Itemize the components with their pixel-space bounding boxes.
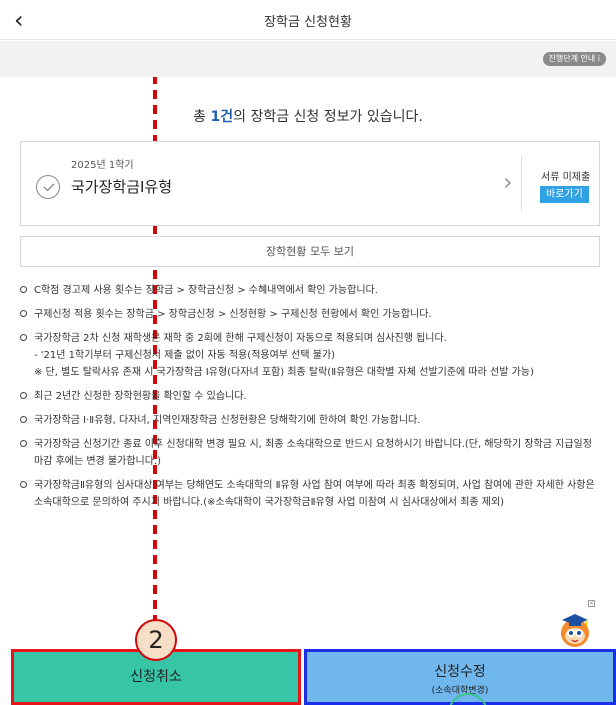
mascot-icon[interactable] <box>556 611 594 649</box>
notice-text: 국가장학금 2차 신청 재학생은 재학 중 2회에 한해 구제신청이 자동으로 … <box>34 333 447 344</box>
bullet-icon <box>20 310 27 317</box>
notice-subtext: - '21년 1학기부터 구제신청서 제출 없이 자동 적용(적용여부 선택 불… <box>34 350 336 361</box>
notice-item: 최근 2년간 신청한 장학현황을 확인할 수 있습니다. <box>20 388 602 405</box>
notice-item: C학점 경고제 사용 횟수는 장학금 > 장학금신청 > 수혜내역에서 확인 가… <box>20 282 602 299</box>
check-circle-icon <box>36 175 60 199</box>
notice-subtext: ※ 단, 별도 탈락사유 존재 시 국가장학금 Ⅰ유형(다자녀 포함) 최종 탈… <box>34 367 534 378</box>
bullet-icon <box>20 334 27 341</box>
goto-button[interactable]: 바로가기 <box>540 186 589 203</box>
card-scholarship-name: 국가장학금I유형 <box>71 178 173 196</box>
scholarship-card[interactable]: 2025년 1학기 국가장학금I유형 › 서류 미제출 바로가기 <box>20 141 600 226</box>
notice-item: 국가장학금 2차 신청 재학생은 재학 중 2회에 한해 구제신청이 자동으로 … <box>20 330 602 381</box>
ad-close-icon[interactable]: × <box>588 600 595 607</box>
card-divider <box>521 156 522 211</box>
chevron-right-icon[interactable]: › <box>503 168 513 196</box>
card-status: 서류 미제출 <box>541 172 591 183</box>
view-all-button[interactable]: 장학현황 모두 보기 <box>20 236 600 267</box>
notice-item: 국가장학금Ⅱ유형의 심사대상 여부는 당해연도 소속대학의 Ⅱ유형 사업 참여 … <box>20 477 602 511</box>
modify-label: 신청수정 <box>434 664 486 680</box>
page-title: 장학금 신청현황 <box>264 15 352 30</box>
notice-text: 구제신청 적용 횟수는 장학금 > 장학금신청 > 신청현황 > 구제신청 현황… <box>34 309 432 320</box>
summary-count: 1건 <box>210 109 234 125</box>
summary-prefix: 총 <box>193 109 211 125</box>
notice-text: 국가장학금 신청기간 종료 이후 신청대학 변경 필요 시, 최종 소속대학으로… <box>34 439 592 467</box>
step-number-badge: 2 <box>135 619 177 661</box>
notice-item: 구제신청 적용 횟수는 장학금 > 장학금신청 > 신청현황 > 구제신청 현황… <box>20 306 602 323</box>
summary-suffix: 의 장학금 신청 정보가 있습니다. <box>233 109 423 125</box>
header: ‹ 장학금 신청현황 <box>0 0 616 40</box>
progress-guide-button[interactable]: 진행단계 안내 i <box>542 52 606 66</box>
notice-text: C학점 경고제 사용 횟수는 장학금 > 장학금신청 > 수혜내역에서 확인 가… <box>34 285 378 296</box>
notice-text: 국가장학금 Ⅰ·Ⅱ유형, 다자녀, 지역인재장학금 신청현황은 당해학기에 한하… <box>34 415 421 426</box>
guide-bar: 진행단계 안내 i <box>0 41 616 77</box>
bullet-icon <box>20 286 27 293</box>
bullet-icon <box>20 416 27 423</box>
bullet-icon <box>20 481 27 488</box>
notice-item: 국가장학금 Ⅰ·Ⅱ유형, 다자녀, 지역인재장학금 신청현황은 당해학기에 한하… <box>20 412 602 429</box>
notice-list: C학점 경고제 사용 횟수는 장학금 > 장학금신청 > 수혜내역에서 확인 가… <box>20 282 602 518</box>
notice-text: 최근 2년간 신청한 장학현황을 확인할 수 있습니다. <box>34 391 247 402</box>
notice-item: 국가장학금 신청기간 종료 이후 신청대학 변경 필요 시, 최종 소속대학으로… <box>20 436 602 470</box>
card-term: 2025년 1학기 <box>71 160 134 171</box>
bullet-icon <box>20 440 27 447</box>
notice-text: 국가장학금Ⅱ유형의 심사대상 여부는 당해연도 소속대학의 Ⅱ유형 사업 참여 … <box>34 480 595 508</box>
summary-text: 총 1건의 장학금 신청 정보가 있습니다. <box>0 106 616 126</box>
bullet-icon <box>20 392 27 399</box>
